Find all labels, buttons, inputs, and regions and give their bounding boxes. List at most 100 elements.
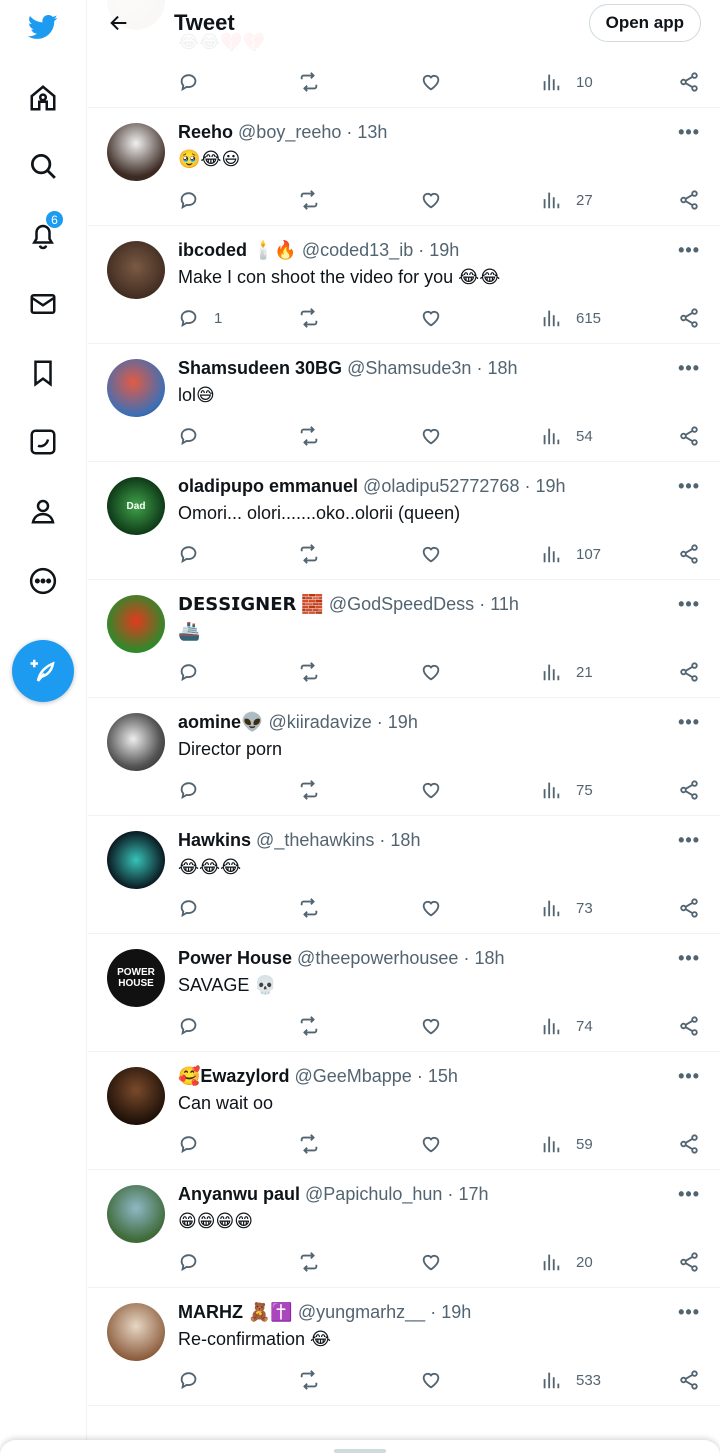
views-button[interactable]: 107 — [540, 543, 601, 565]
reply-button[interactable] — [178, 71, 214, 93]
share-button[interactable] — [678, 1369, 700, 1391]
tweet-time[interactable]: 11h — [490, 594, 519, 614]
avatar[interactable] — [107, 1067, 165, 1125]
avatar[interactable] — [107, 123, 165, 181]
share-button[interactable] — [678, 543, 700, 565]
tweet-row[interactable]: Anyanwu paul @Papichulo_hun · 17h ••• 😁😁… — [88, 1170, 720, 1288]
tweet-time[interactable]: 19h — [388, 712, 418, 732]
views-button[interactable]: 615 — [540, 307, 601, 329]
tweet-row[interactable]: ibcoded 🕯️🔥 @coded13_ib · 19h ••• Make I… — [88, 226, 720, 344]
avatar[interactable]: POWER HOUSE — [107, 949, 165, 1007]
search-icon[interactable] — [24, 147, 62, 185]
author-handle[interactable]: @yungmarhz__ — [298, 1302, 425, 1322]
avatar[interactable] — [107, 241, 165, 299]
open-app-button[interactable]: Open app — [588, 4, 701, 42]
retweet-button[interactable] — [298, 1015, 320, 1037]
author-name[interactable]: Shamsudeen 30BG — [178, 358, 342, 378]
tweet-time[interactable]: 18h — [390, 830, 420, 850]
avatar[interactable] — [107, 831, 165, 889]
reply-button[interactable] — [178, 543, 214, 565]
author-handle[interactable]: @oladipu52772768 — [363, 476, 519, 496]
tweet-row[interactable]: Reeho @boy_reeho · 13h ••• 🥹😂😃 27 — [88, 108, 720, 226]
views-button[interactable]: 27 — [540, 189, 593, 211]
author-handle[interactable]: @kiiradavize — [268, 712, 371, 732]
reply-button[interactable] — [178, 779, 214, 801]
author-name[interactable]: Reeho — [178, 122, 233, 142]
like-button[interactable] — [420, 1015, 442, 1037]
share-button[interactable] — [678, 779, 700, 801]
tweet-time[interactable]: 18h — [487, 358, 517, 378]
more-circle-icon[interactable] — [24, 562, 62, 600]
share-button[interactable] — [678, 1251, 700, 1273]
avatar[interactable]: Dad — [107, 477, 165, 535]
reply-button[interactable] — [178, 1251, 214, 1273]
author-name[interactable]: Power House — [178, 948, 292, 968]
more-options-button[interactable]: ••• — [678, 1066, 700, 1087]
avatar[interactable] — [107, 1303, 165, 1361]
author-name[interactable]: Anyanwu paul — [178, 1184, 300, 1204]
more-options-button[interactable]: ••• — [678, 712, 700, 733]
more-options-button[interactable]: ••• — [678, 476, 700, 497]
compose-tweet-button[interactable] — [12, 640, 74, 702]
author-name[interactable]: Hawkins — [178, 830, 251, 850]
author-name[interactable]: aomine👽 — [178, 712, 263, 732]
retweet-button[interactable] — [298, 71, 320, 93]
views-button[interactable]: 54 — [540, 425, 593, 447]
views-button[interactable]: 59 — [540, 1133, 593, 1155]
tweet-time[interactable]: 19h — [536, 476, 566, 496]
like-button[interactable] — [420, 71, 442, 93]
share-button[interactable] — [678, 1015, 700, 1037]
bookmark-icon[interactable] — [24, 354, 62, 392]
more-options-button[interactable]: ••• — [678, 1302, 700, 1323]
retweet-button[interactable] — [298, 1251, 320, 1273]
like-button[interactable] — [420, 189, 442, 211]
tweet-time[interactable]: 18h — [474, 948, 504, 968]
share-button[interactable] — [678, 307, 700, 329]
author-handle[interactable]: @Shamsude3n — [347, 358, 471, 378]
share-button[interactable] — [678, 897, 700, 919]
tweet-row[interactable]: MARHZ 🧸✝️ @yungmarhz__ · 19h ••• Re-conf… — [88, 1288, 720, 1406]
author-handle[interactable]: @boy_reeho — [238, 122, 341, 142]
like-button[interactable] — [420, 1133, 442, 1155]
author-name[interactable]: 𝗗𝗘𝗦𝗦𝗜𝗚𝗡𝗘𝗥 🧱 — [178, 594, 324, 614]
author-name[interactable]: 🥰Ewazylord — [178, 1066, 289, 1086]
reply-button[interactable] — [178, 661, 214, 683]
tweet-row[interactable]: Dad oladipupo emmanuel @oladipu52772768 … — [88, 462, 720, 580]
reply-button[interactable] — [178, 1133, 214, 1155]
author-handle[interactable]: @coded13_ib — [302, 240, 413, 260]
tweet-row[interactable]: Shamsudeen 30BG @Shamsude3n · 18h ••• lo… — [88, 344, 720, 462]
retweet-button[interactable] — [298, 425, 320, 447]
like-button[interactable] — [420, 1369, 442, 1391]
like-button[interactable] — [420, 307, 442, 329]
reply-button[interactable] — [178, 897, 214, 919]
reply-button[interactable] — [178, 425, 214, 447]
views-button[interactable]: 21 — [540, 661, 593, 683]
avatar[interactable] — [107, 359, 165, 417]
author-name[interactable]: ibcoded 🕯️🔥 — [178, 240, 297, 260]
tweet-row[interactable]: POWER HOUSE Power House @theepowerhousee… — [88, 934, 720, 1052]
tweet-time[interactable]: 19h — [441, 1302, 471, 1322]
views-button[interactable]: 20 — [540, 1251, 593, 1273]
share-button[interactable] — [678, 661, 700, 683]
share-button[interactable] — [678, 189, 700, 211]
retweet-button[interactable] — [298, 189, 320, 211]
like-button[interactable] — [420, 543, 442, 565]
like-button[interactable] — [420, 1251, 442, 1273]
author-handle[interactable]: @theepowerhousee — [297, 948, 458, 968]
bottom-sheet[interactable] — [0, 1440, 720, 1453]
like-button[interactable] — [420, 661, 442, 683]
retweet-button[interactable] — [298, 661, 320, 683]
views-button[interactable]: 73 — [540, 897, 593, 919]
views-button[interactable]: 74 — [540, 1015, 593, 1037]
author-handle[interactable]: @GodSpeedDess — [329, 594, 474, 614]
reply-button[interactable] — [178, 189, 214, 211]
back-button[interactable] — [104, 8, 134, 38]
share-button[interactable] — [678, 71, 700, 93]
author-handle[interactable]: @GeeMbappe — [294, 1066, 411, 1086]
more-options-button[interactable]: ••• — [678, 1184, 700, 1205]
home-icon[interactable] — [24, 79, 62, 117]
like-button[interactable] — [420, 425, 442, 447]
more-options-button[interactable]: ••• — [678, 830, 700, 851]
reply-button[interactable] — [178, 1369, 214, 1391]
more-options-button[interactable]: ••• — [678, 240, 700, 261]
